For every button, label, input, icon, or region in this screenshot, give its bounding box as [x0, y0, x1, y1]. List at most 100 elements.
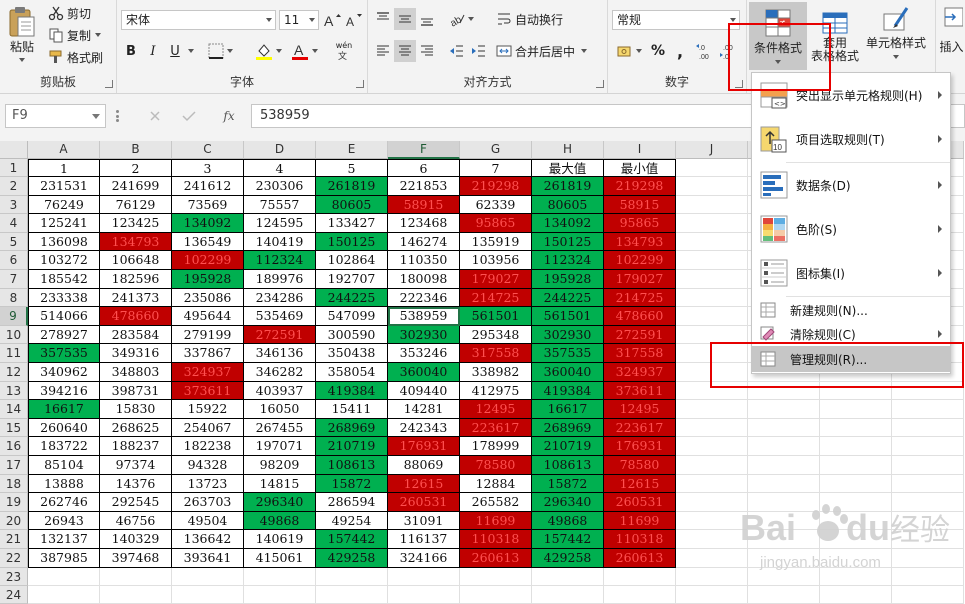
merge-center-button[interactable]: 合并后居中: [496, 40, 588, 62]
row-header-24[interactable]: 24: [0, 585, 28, 604]
row-header-16[interactable]: 16: [0, 437, 28, 456]
cell-J3[interactable]: [676, 195, 748, 215]
cell-F20[interactable]: 31091: [388, 511, 460, 531]
cell-D4[interactable]: 124595: [244, 214, 316, 233]
cell-C6[interactable]: 102299: [172, 251, 244, 270]
cell-H3[interactable]: 80605: [532, 195, 604, 215]
cell-E23[interactable]: [316, 567, 388, 586]
row-header-17[interactable]: 17: [0, 456, 28, 475]
cell-I7[interactable]: 179027: [604, 270, 676, 289]
cell-D23[interactable]: [244, 567, 316, 586]
cell-M14[interactable]: [892, 400, 964, 419]
cell-J22[interactable]: [676, 549, 748, 568]
column-header-H[interactable]: H: [532, 141, 604, 159]
phonetic-button[interactable]: wén 文: [329, 40, 359, 62]
cell-A19[interactable]: 262746: [28, 493, 100, 512]
border-button[interactable]: [203, 40, 237, 62]
cell-C14[interactable]: 15922: [172, 400, 244, 419]
cell-J2[interactable]: [676, 177, 748, 196]
cell-F12[interactable]: 360040: [388, 363, 460, 382]
cell-L16[interactable]: [820, 437, 892, 456]
cell-F13[interactable]: 409440: [388, 381, 460, 401]
row-header-21[interactable]: 21: [0, 530, 28, 549]
cell-J18[interactable]: [676, 474, 748, 494]
cell-B21[interactable]: 140329: [100, 530, 172, 549]
menu-item-color-scales[interactable]: 色阶(S): [752, 207, 950, 251]
cell-I20[interactable]: 11699: [604, 511, 676, 531]
insert-cells-button[interactable]: 插入: [938, 4, 965, 64]
row-header-11[interactable]: 11: [0, 344, 28, 363]
cell-B11[interactable]: 349316: [100, 344, 172, 363]
cell-I12[interactable]: 324937: [604, 363, 676, 382]
cell-C16[interactable]: 182238: [172, 437, 244, 456]
cell-E20[interactable]: 49254: [316, 511, 388, 531]
cell-E2[interactable]: 261819: [316, 177, 388, 196]
cell-C22[interactable]: 393641: [172, 549, 244, 568]
cell-F4[interactable]: 123468: [388, 214, 460, 233]
cell-C8[interactable]: 235086: [172, 288, 244, 308]
cell-G13[interactable]: 412975: [460, 381, 532, 401]
cell-I13[interactable]: 373611: [604, 381, 676, 401]
paste-button[interactable]: 粘贴: [4, 2, 40, 66]
cell-E11[interactable]: 350438: [316, 344, 388, 363]
row-header-6[interactable]: 6: [0, 251, 28, 270]
cell-I23[interactable]: [604, 567, 676, 586]
underline-dropdown[interactable]: [185, 40, 197, 62]
cell-A15[interactable]: 260640: [28, 418, 100, 438]
cell-D6[interactable]: 112324: [244, 251, 316, 270]
cell-D12[interactable]: 346282: [244, 363, 316, 382]
cell-A2[interactable]: 231531: [28, 177, 100, 196]
cell-D18[interactable]: 14815: [244, 474, 316, 494]
cell-B18[interactable]: 14376: [100, 474, 172, 494]
cell-J15[interactable]: [676, 418, 748, 438]
cell-C10[interactable]: 279199: [172, 325, 244, 345]
cell-D2[interactable]: 230306: [244, 177, 316, 196]
row-header-10[interactable]: 10: [0, 325, 28, 345]
cell-L17[interactable]: [820, 456, 892, 475]
row-header-22[interactable]: 22: [0, 549, 28, 568]
cell-C9[interactable]: 495644: [172, 307, 244, 326]
percent-button[interactable]: %: [648, 40, 668, 62]
cell-I3[interactable]: 58915: [604, 195, 676, 215]
cell-I6[interactable]: 102299: [604, 251, 676, 270]
cell-C24[interactable]: [172, 585, 244, 604]
cell-J19[interactable]: [676, 493, 748, 512]
row-header-5[interactable]: 5: [0, 232, 28, 252]
cell-F21[interactable]: 116137: [388, 530, 460, 549]
cell-C4[interactable]: 134092: [172, 214, 244, 233]
cell-G4[interactable]: 95865: [460, 214, 532, 233]
cell-J20[interactable]: [676, 511, 748, 531]
cell-J5[interactable]: [676, 232, 748, 252]
cell-E17[interactable]: 108613: [316, 456, 388, 475]
select-all-corner[interactable]: [0, 141, 28, 159]
cell-H5[interactable]: 150125: [532, 232, 604, 252]
cell-H2[interactable]: 261819: [532, 177, 604, 196]
cell-F16[interactable]: 176931: [388, 437, 460, 456]
font-color-button[interactable]: A: [287, 40, 321, 62]
cell-B7[interactable]: 182596: [100, 270, 172, 289]
cell-G12[interactable]: 338982: [460, 363, 532, 382]
number-format-combo[interactable]: 常规: [612, 10, 740, 30]
cell-D7[interactable]: 189976: [244, 270, 316, 289]
cell-C1[interactable]: 3: [172, 159, 244, 177]
cell-G5[interactable]: 135919: [460, 232, 532, 252]
cell-D13[interactable]: 403937: [244, 381, 316, 401]
cell-E5[interactable]: 150125: [316, 232, 388, 252]
cell-E12[interactable]: 358054: [316, 363, 388, 382]
cell-J7[interactable]: [676, 270, 748, 289]
column-header-C[interactable]: C: [172, 141, 244, 159]
cell-L14[interactable]: [820, 400, 892, 419]
cell-F19[interactable]: 260531: [388, 493, 460, 512]
cell-H24[interactable]: [532, 585, 604, 604]
cell-B23[interactable]: [100, 567, 172, 586]
cell-H15[interactable]: 268969: [532, 418, 604, 438]
cell-D1[interactable]: 4: [244, 159, 316, 177]
cell-B20[interactable]: 46756: [100, 511, 172, 531]
cell-G11[interactable]: 317558: [460, 344, 532, 363]
cell-A8[interactable]: 233338: [28, 288, 100, 308]
cell-I4[interactable]: 95865: [604, 214, 676, 233]
cell-A17[interactable]: 85104: [28, 456, 100, 475]
cell-C21[interactable]: 136642: [172, 530, 244, 549]
column-header-I[interactable]: I: [604, 141, 676, 159]
row-header-20[interactable]: 20: [0, 511, 28, 531]
